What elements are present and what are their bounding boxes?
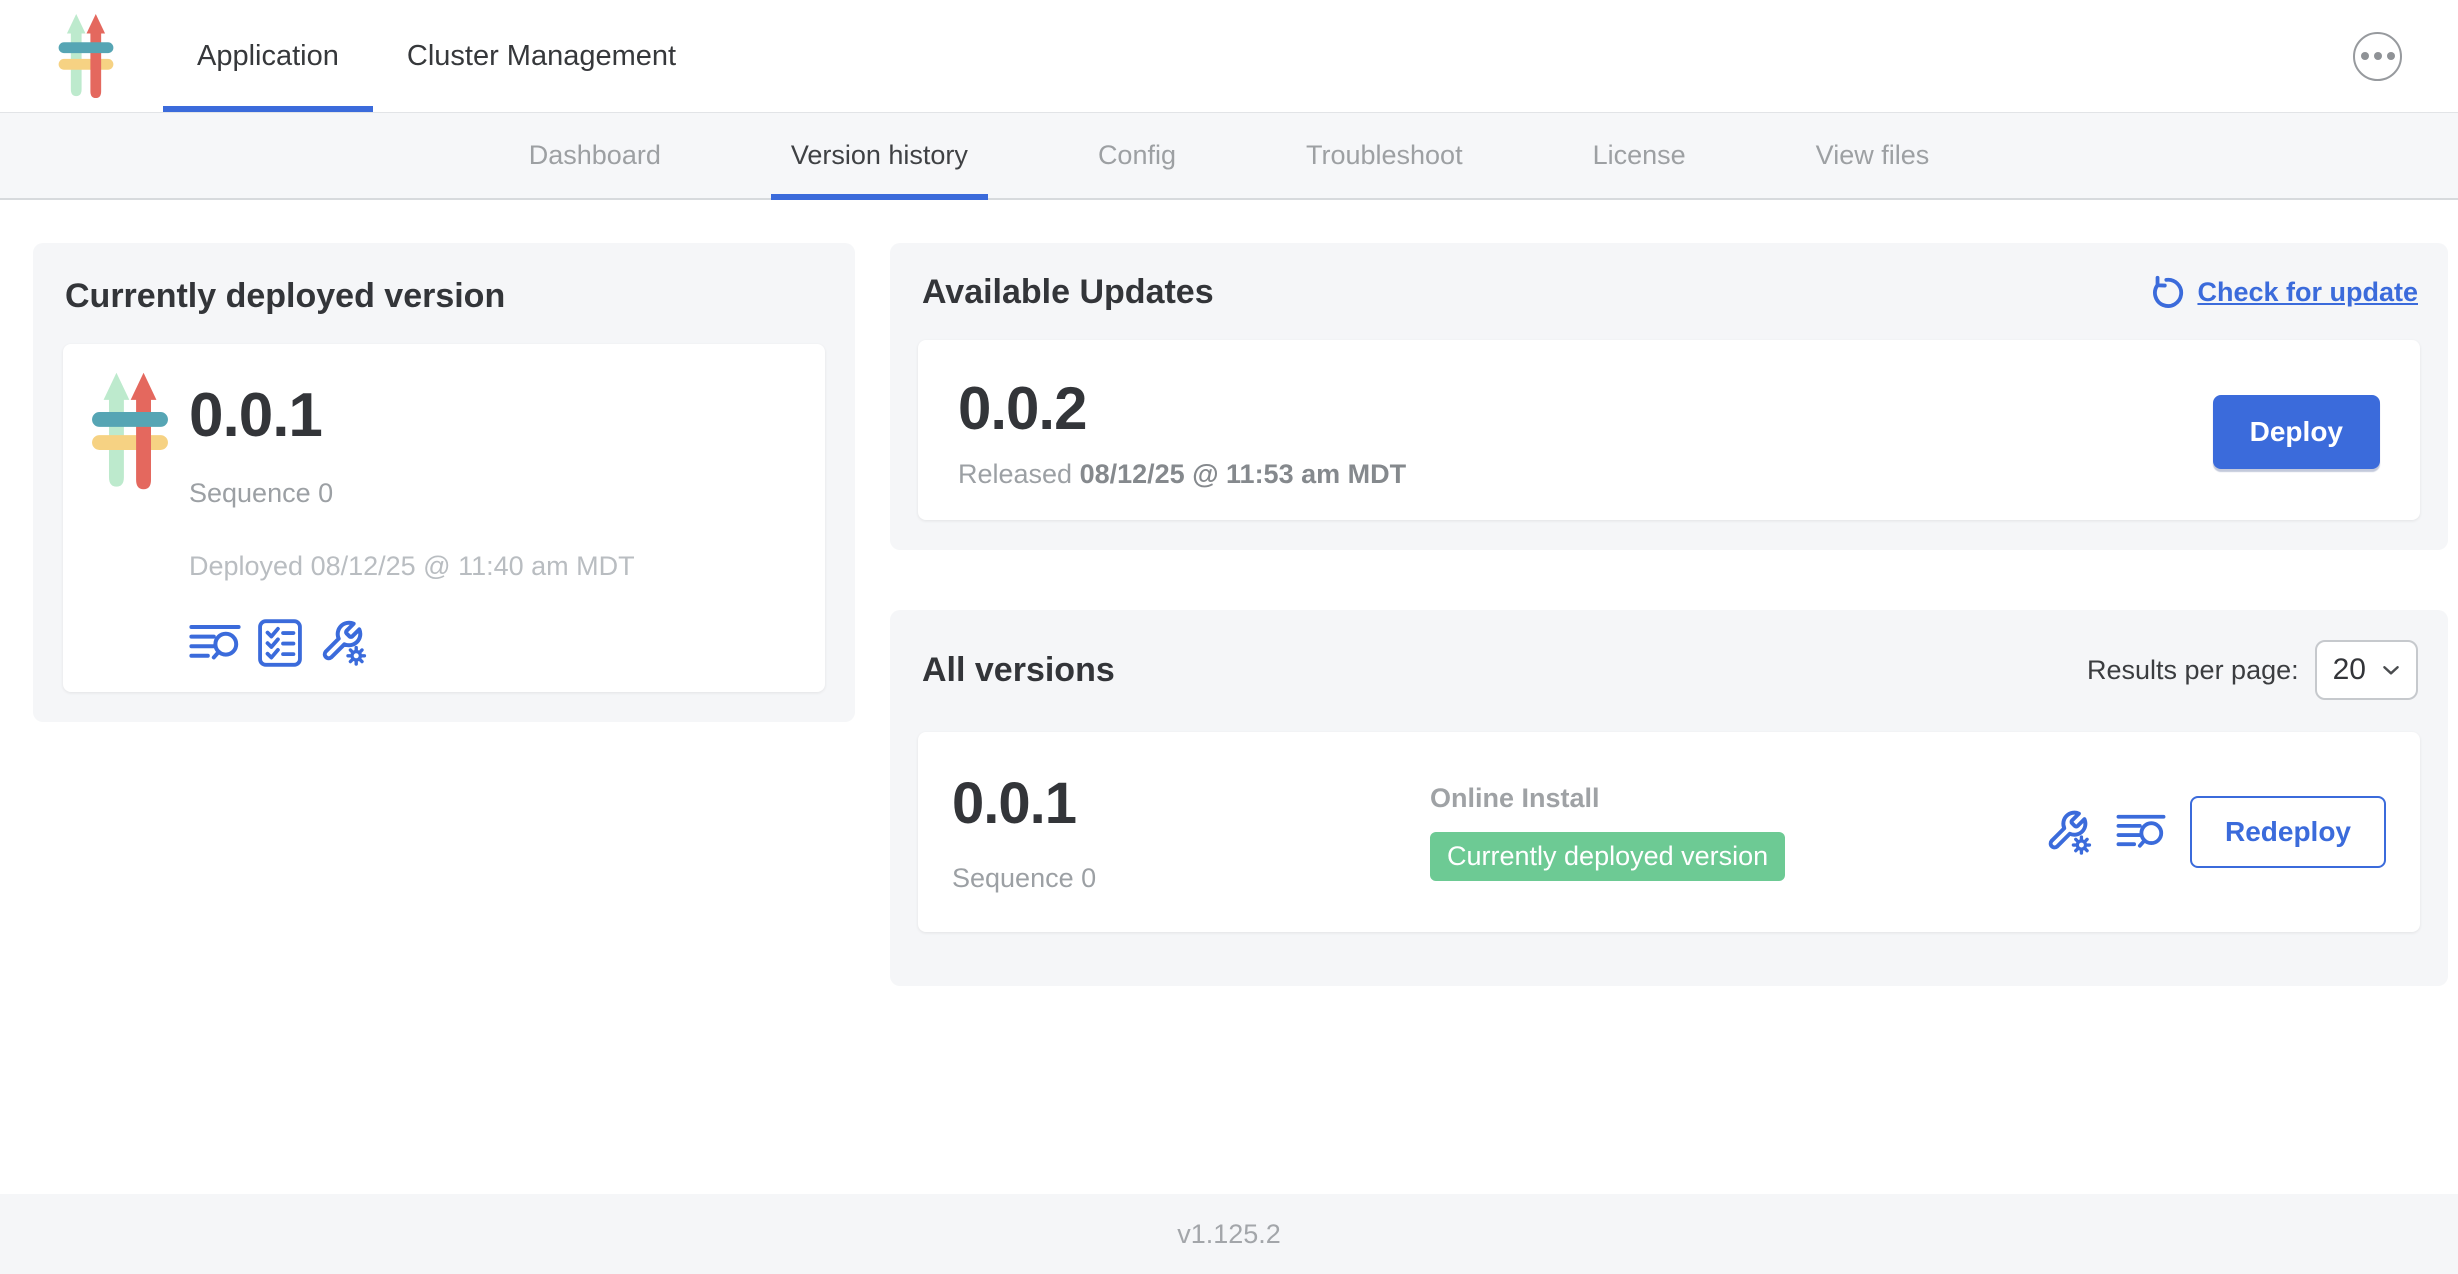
tab-cluster-management[interactable]: Cluster Management — [373, 0, 710, 112]
app-logo-icon — [89, 370, 171, 668]
released-label: Released — [958, 459, 1072, 489]
ellipsis-dot — [2361, 52, 2369, 60]
version-row-status: Online Install Currently deployed versio… — [1430, 783, 2045, 881]
admin-console-page: Application Cluster Management Dashboard… — [0, 0, 2458, 1274]
deploy-button[interactable]: Deploy — [2213, 395, 2380, 469]
app-logo-icon — [55, 12, 121, 100]
edit-config-icon[interactable] — [2045, 809, 2092, 856]
right-column: Available Updates Check for update 0.0.2… — [890, 243, 2448, 986]
current-version-deployed-timestamp: Deployed 08/12/25 @ 11:40 am MDT — [189, 551, 635, 582]
preflight-checks-icon[interactable] — [257, 618, 303, 668]
console-version: v1.125.2 — [1177, 1219, 1281, 1250]
results-per-page-value: 20 — [2333, 653, 2366, 687]
results-per-page-label: Results per page: — [2087, 655, 2299, 686]
tab-application[interactable]: Application — [163, 0, 373, 112]
current-version-actions — [189, 618, 635, 668]
currently-deployed-inner-card: 0.0.1 Sequence 0 Deployed 08/12/25 @ 11:… — [63, 344, 825, 692]
subtab-license[interactable]: License — [1573, 113, 1706, 198]
install-type-label: Online Install — [1430, 783, 2045, 814]
subtab-troubleshoot[interactable]: Troubleshoot — [1286, 113, 1483, 198]
current-version-details: 0.0.1 Sequence 0 Deployed 08/12/25 @ 11:… — [189, 370, 635, 668]
update-version-details: 0.0.2 Released 08/12/25 @ 11:53 am MDT — [958, 374, 1406, 490]
version-row: 0.0.1 Sequence 0 Online Install Currentl… — [918, 732, 2420, 932]
ellipsis-menu-button[interactable] — [2353, 32, 2402, 81]
page-footer: v1.125.2 — [0, 1194, 2458, 1274]
subtab-version-history[interactable]: Version history — [771, 113, 988, 198]
current-version-sequence: Sequence 0 — [189, 478, 635, 509]
all-versions-card: All versions Results per page: 20 0.0 — [890, 610, 2448, 986]
chevron-down-icon — [2380, 659, 2402, 681]
available-update-row: 0.0.2 Released 08/12/25 @ 11:53 am MDT D… — [918, 340, 2420, 520]
version-row-actions: Redeploy — [2045, 796, 2386, 868]
currently-deployed-badge: Currently deployed version — [1430, 832, 1785, 881]
available-updates-title: Available Updates — [922, 273, 1214, 312]
main-content: Currently deployed version 0.0.1 Sequenc… — [0, 200, 2458, 1194]
ellipsis-dot — [2387, 52, 2395, 60]
subtab-dashboard[interactable]: Dashboard — [509, 113, 681, 198]
check-for-update-link[interactable]: Check for update — [2147, 274, 2418, 312]
release-notes-icon[interactable] — [2116, 811, 2166, 853]
results-per-page-select[interactable]: 20 — [2315, 640, 2418, 700]
current-version-number: 0.0.1 — [189, 382, 635, 450]
all-versions-title: All versions — [922, 651, 1115, 690]
results-per-page: Results per page: 20 — [2087, 640, 2418, 700]
update-released-timestamp: Released 08/12/25 @ 11:53 am MDT — [958, 459, 1406, 490]
released-date: 08/12/25 @ 11:53 am MDT — [1080, 459, 1407, 489]
ellipsis-dot — [2374, 52, 2382, 60]
edit-config-icon[interactable] — [319, 619, 367, 667]
version-row-details: 0.0.1 Sequence 0 — [952, 770, 1430, 894]
release-notes-icon[interactable] — [189, 621, 241, 665]
app-sub-nav: Dashboard Version history Config Trouble… — [0, 113, 2458, 200]
all-versions-header: All versions Results per page: 20 — [922, 640, 2418, 700]
row-version-number: 0.0.1 — [952, 770, 1430, 837]
subtab-config[interactable]: Config — [1078, 113, 1196, 198]
top-nav-tabs: Application Cluster Management — [163, 0, 710, 112]
currently-deployed-card: Currently deployed version 0.0.1 Sequenc… — [33, 243, 855, 722]
available-updates-card: Available Updates Check for update 0.0.2… — [890, 243, 2448, 550]
tab-application-label: Application — [197, 40, 339, 73]
currently-deployed-title: Currently deployed version — [65, 277, 823, 316]
row-version-sequence: Sequence 0 — [952, 863, 1430, 894]
update-version-number: 0.0.2 — [958, 374, 1406, 443]
refresh-icon — [2147, 274, 2185, 312]
check-for-update-label: Check for update — [2197, 277, 2418, 308]
available-updates-header: Available Updates Check for update — [922, 273, 2418, 312]
top-nav-bar: Application Cluster Management — [0, 0, 2458, 113]
subtab-view-files[interactable]: View files — [1796, 113, 1950, 198]
tab-cluster-management-label: Cluster Management — [407, 40, 676, 73]
redeploy-button[interactable]: Redeploy — [2190, 796, 2386, 868]
